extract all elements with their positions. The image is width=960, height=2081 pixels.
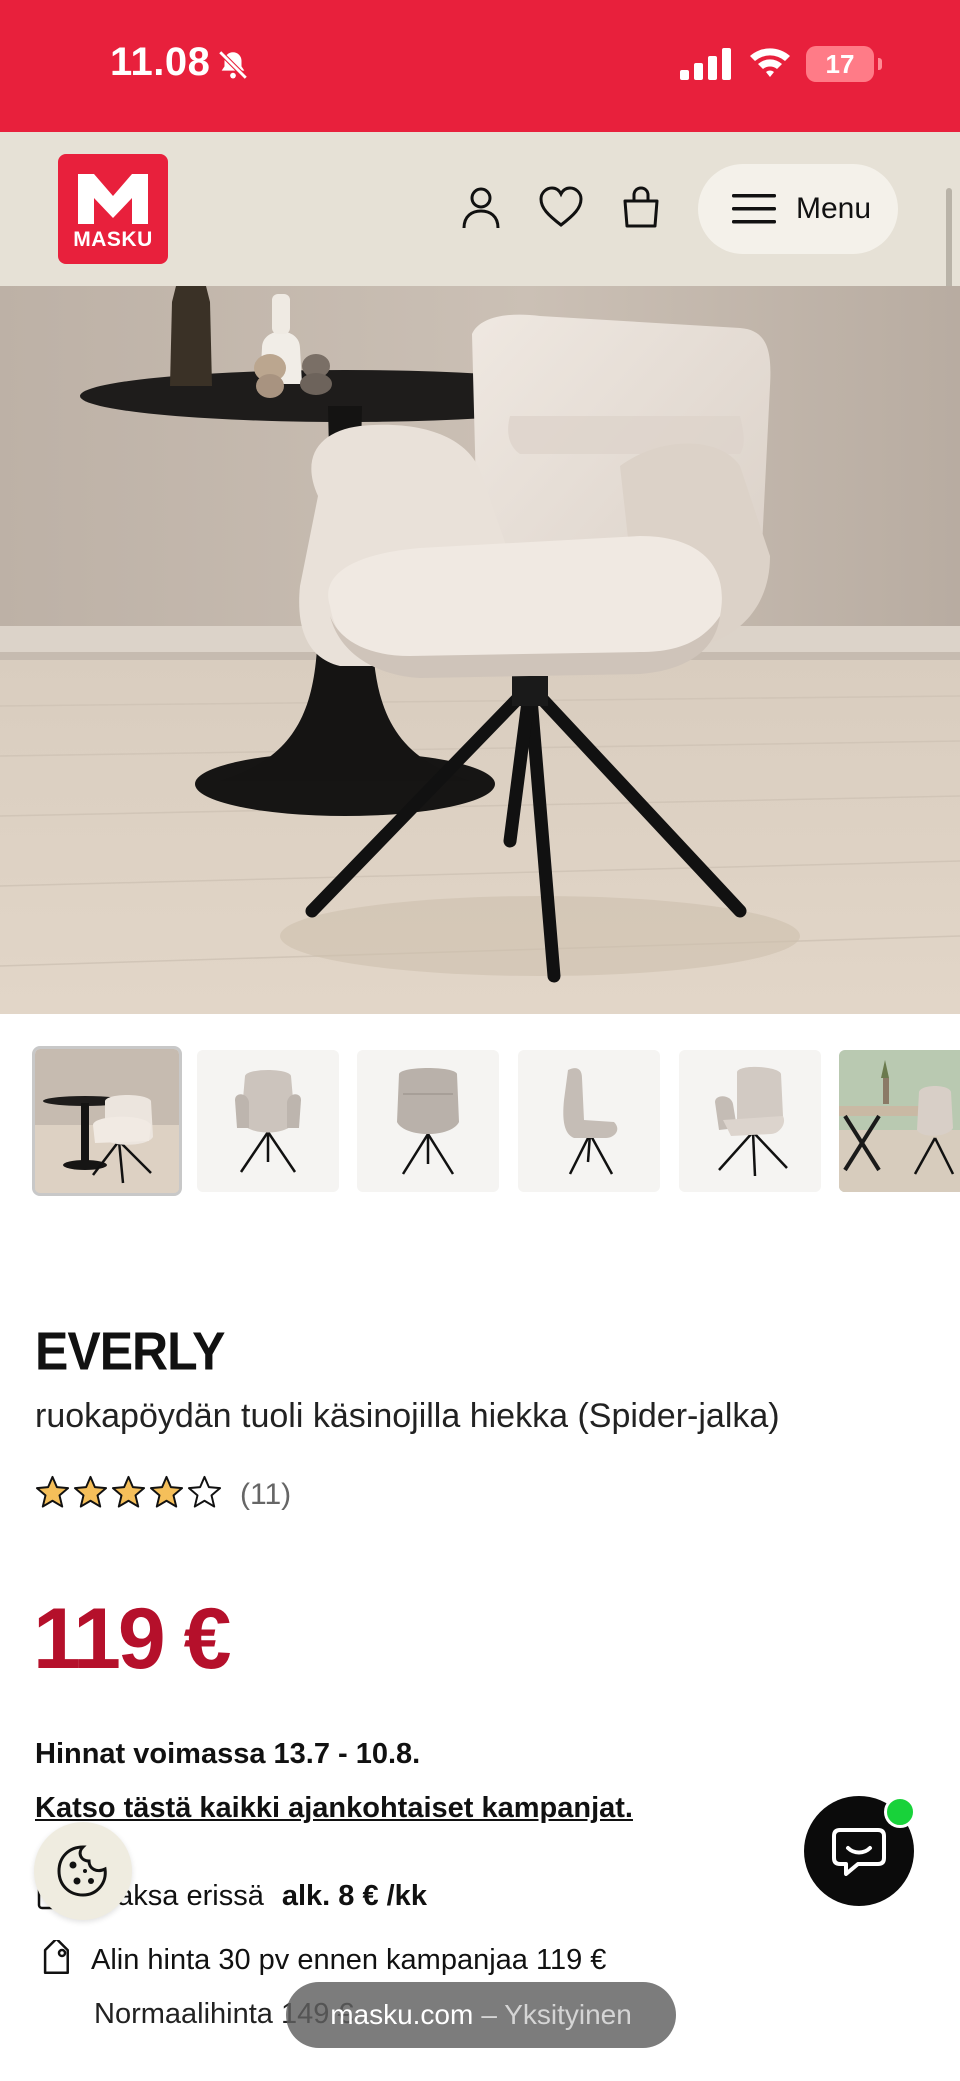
thumb-image	[563, 1068, 618, 1175]
cellular-signal-icon	[680, 48, 731, 80]
thumb-image	[35, 1049, 179, 1193]
star-filled-icon	[35, 1475, 70, 1508]
logo-text: MASKU	[73, 228, 153, 251]
chat-online-indicator	[884, 1796, 916, 1828]
thumb-image	[397, 1068, 459, 1175]
thumb-image	[235, 1070, 301, 1173]
price-tag-icon	[43, 1940, 69, 1974]
cookie-icon	[57, 1845, 107, 1897]
menu-label: Menu	[796, 192, 872, 225]
chat-bubble-icon	[832, 1828, 886, 1876]
status-bar: 11.08 17	[0, 0, 960, 132]
installment-amount: alk. 8 € /kk	[281, 1879, 427, 1912]
browser-address-pill[interactable]: masku.com – Yksityinen	[286, 1982, 676, 2048]
product-price: 119 €	[33, 1591, 231, 1687]
hamburger-icon	[732, 194, 776, 224]
lowest-price-text: Alin hinta 30 pv ennen kampanjaa 119 €	[91, 1943, 607, 1976]
lowest-price-row: Alin hinta 30 pv ennen kampanjaa 119 €	[35, 1940, 606, 1980]
campaigns-link[interactable]: Katso tästä kaikki ajankohtaiset kampanj…	[35, 1792, 633, 1825]
wifi-icon	[750, 48, 790, 77]
star-filled-icon	[149, 1475, 184, 1508]
menu-button[interactable]: Menu	[698, 164, 898, 254]
shopping-bag-icon[interactable]	[618, 184, 664, 230]
price-valid-text: Hinnat voimassa 13.7 - 10.8.	[35, 1738, 421, 1770]
star-empty-icon	[187, 1475, 222, 1508]
thumbnail-lifestyle[interactable]	[32, 1046, 182, 1196]
star-filled-icon	[111, 1475, 146, 1508]
rating-stars[interactable]	[35, 1475, 222, 1510]
product-brand: EVERLY	[35, 1320, 225, 1382]
battery-level: 17	[825, 48, 855, 79]
heart-icon[interactable]	[538, 184, 584, 230]
thumb-image	[839, 1050, 960, 1192]
thumbnail-side[interactable]	[518, 1050, 660, 1192]
product-hero-image[interactable]	[0, 286, 960, 1014]
user-account-icon[interactable]	[458, 184, 504, 230]
thumbnail-back[interactable]	[357, 1050, 499, 1192]
thumbnail-dining[interactable]	[839, 1050, 960, 1192]
thumbnail-front[interactable]	[197, 1050, 339, 1192]
star-filled-icon	[73, 1475, 108, 1508]
bell-muted-icon	[218, 50, 248, 80]
browser-domain: masku.com	[330, 1999, 474, 2030]
masku-logo[interactable]: MASKU	[58, 154, 168, 264]
browser-private-mode: – Yksityinen	[481, 1999, 632, 2030]
site-header: MASKU Menu	[0, 132, 960, 286]
m-logo-icon	[78, 174, 148, 224]
product-subtitle: ruokapöydän tuoli käsinojilla hiekka (Sp…	[35, 1397, 780, 1435]
review-count[interactable]: (11)	[240, 1478, 291, 1512]
status-time: 11.08	[110, 40, 211, 84]
thumbnail-strip	[0, 1046, 960, 1196]
chair-lifestyle-photo	[0, 286, 960, 1014]
thumb-image	[715, 1066, 788, 1177]
cookie-settings-button[interactable]	[34, 1822, 132, 1920]
battery-indicator: 17	[806, 46, 882, 82]
thumbnail-angle[interactable]	[679, 1050, 821, 1192]
